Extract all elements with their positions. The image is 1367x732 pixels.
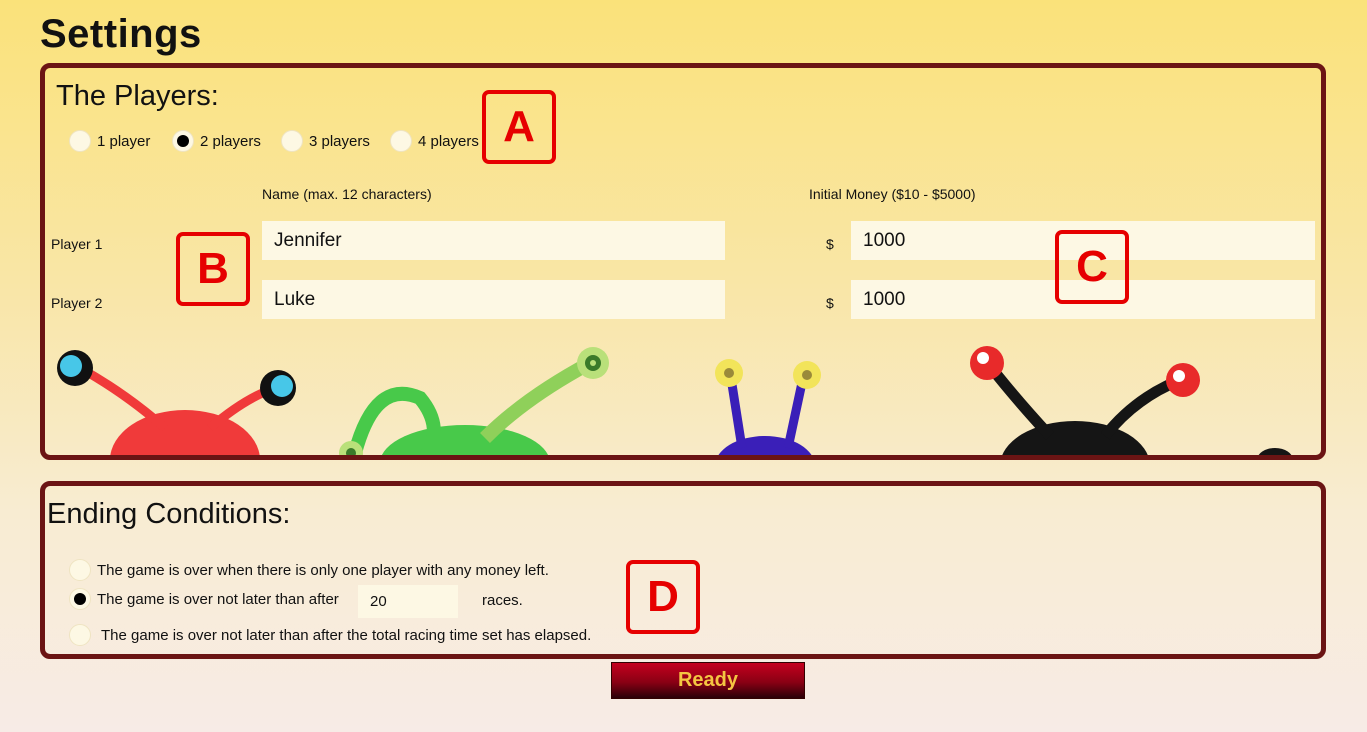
radio-label: 3 players <box>309 132 370 150</box>
radio-1-player[interactable]: 1 player <box>69 130 150 152</box>
radio-label: The game is over not later than after <box>97 590 339 608</box>
radio-2-players[interactable]: 2 players <box>172 130 261 152</box>
radio-circle-selected[interactable] <box>69 588 91 610</box>
player-2-name-input[interactable]: Luke <box>262 280 725 319</box>
annotation-marker-c: C <box>1055 230 1129 304</box>
player-1-name-input[interactable]: Jennifer <box>262 221 725 260</box>
radio-circle[interactable] <box>390 130 412 152</box>
ending-option-last-player[interactable]: The game is over when there is only one … <box>69 559 549 581</box>
radio-circle[interactable] <box>281 130 303 152</box>
player-1-label: Player 1 <box>51 236 103 252</box>
radio-label: 1 player <box>97 132 151 150</box>
radio-label: 4 players <box>418 132 479 150</box>
currency-symbol: $ <box>826 295 834 311</box>
radio-circle[interactable] <box>69 559 91 581</box>
radio-selected-dot <box>177 135 189 147</box>
currency-symbol: $ <box>826 236 834 252</box>
annotation-marker-b: B <box>176 232 250 306</box>
green-bug-illustration <box>339 347 609 455</box>
races-count-input[interactable]: 20 <box>358 585 458 618</box>
annotation-marker-d: D <box>626 560 700 634</box>
black-bug-illustration <box>970 346 1292 455</box>
red-bug-illustration <box>57 350 296 455</box>
ending-option-races[interactable]: The game is over not later than after <box>69 588 339 610</box>
page-title: Settings <box>40 12 202 56</box>
name-column-header: Name (max. 12 characters) <box>262 186 432 202</box>
races-suffix-label: races. <box>482 592 523 609</box>
bug-creatures-illustration <box>57 346 1292 455</box>
players-section-title: The Players: <box>56 80 219 112</box>
radio-label: The game is over when there is only one … <box>97 561 549 579</box>
purple-bug-illustration <box>715 359 821 455</box>
annotation-marker-a: A <box>482 90 556 164</box>
radio-selected-dot <box>74 593 86 605</box>
ready-button[interactable]: Ready <box>611 662 805 699</box>
ending-option-total-time[interactable]: The game is over not later than after th… <box>69 624 591 646</box>
radio-3-players[interactable]: 3 players <box>281 130 370 152</box>
money-column-header: Initial Money ($10 - $5000) <box>809 186 976 202</box>
radio-label: 2 players <box>200 132 261 150</box>
radio-circle[interactable] <box>69 130 91 152</box>
player-2-label: Player 2 <box>51 295 103 311</box>
radio-circle[interactable] <box>69 624 91 646</box>
ending-section-title: Ending Conditions: <box>47 498 291 530</box>
radio-label: The game is over not later than after th… <box>101 626 592 644</box>
radio-circle-selected[interactable] <box>172 130 194 152</box>
radio-4-players[interactable]: 4 players <box>390 130 479 152</box>
